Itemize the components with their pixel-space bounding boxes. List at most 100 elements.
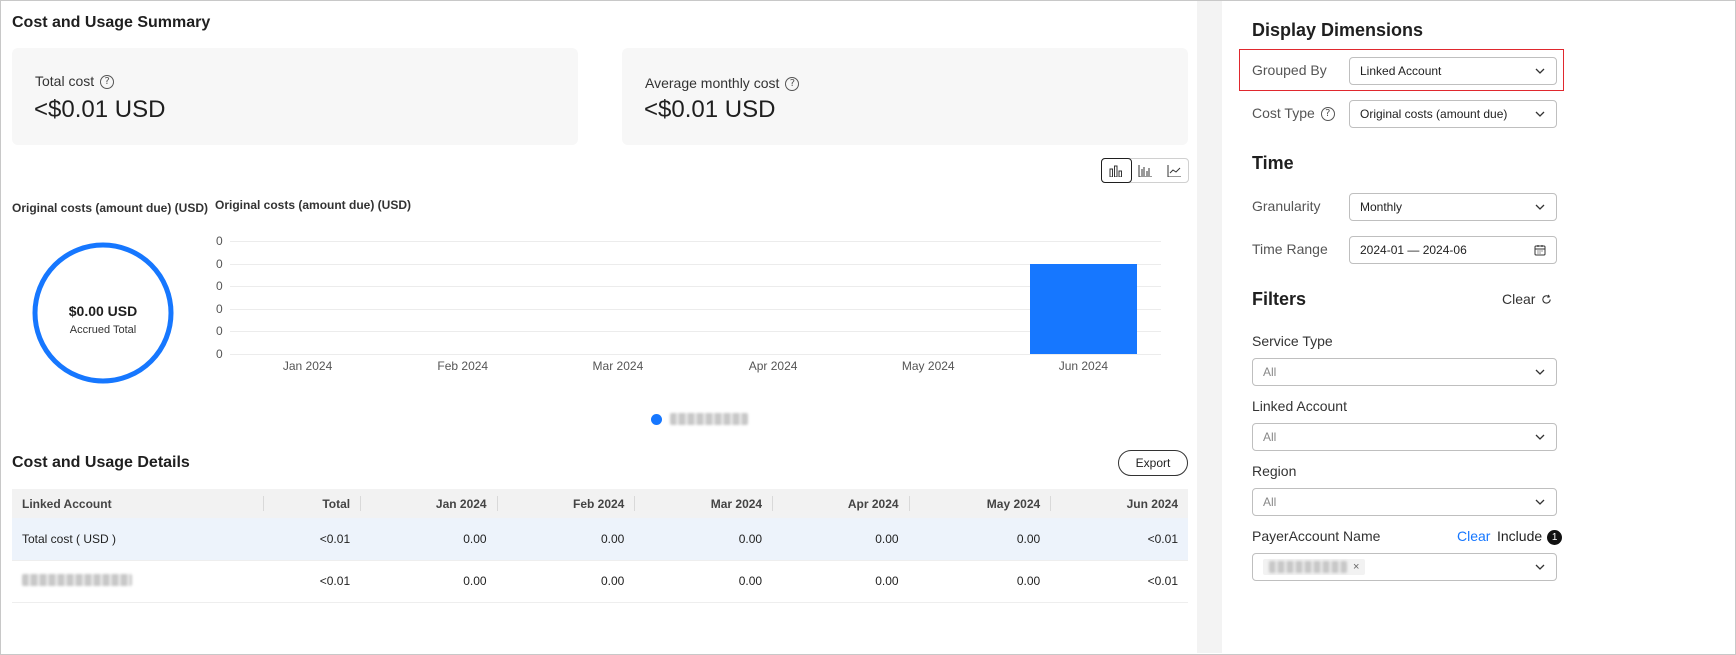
col-may[interactable]: May 2024 [908, 489, 1051, 518]
filters-title: Filters [1252, 289, 1307, 309]
filters-clear-button[interactable]: Clear [1502, 291, 1552, 307]
col-jan[interactable]: Jan 2024 [360, 489, 497, 518]
y-tick-label: 0 [216, 256, 223, 271]
col-total[interactable]: Total [262, 489, 361, 518]
avg-cost-card: Average monthly cost? <$0.01 USD [622, 48, 1188, 145]
time-range-label: Time Range [1252, 241, 1328, 257]
chevron-down-icon [1535, 499, 1545, 505]
table-header-row: Linked Account Total Jan 2024 Feb 2024 M… [12, 489, 1188, 518]
chart-legend[interactable] [651, 413, 748, 425]
line-chart-icon[interactable] [1159, 159, 1188, 182]
sidebar: Display Dimensions Grouped By Linked Acc… [1222, 1, 1567, 653]
total-cost-value: <$0.01 USD [34, 96, 166, 123]
col-feb[interactable]: Feb 2024 [496, 489, 635, 518]
y-tick-label: 0 [216, 347, 223, 361]
bar[interactable] [1029, 263, 1137, 354]
chevron-down-icon [1535, 434, 1545, 440]
granularity-select[interactable]: Monthly [1349, 193, 1557, 221]
help-icon[interactable]: ? [1320, 107, 1335, 122]
table-row: <0.01 0.00 0.00 0.00 0.00 0.00 <0.01 [12, 560, 1188, 603]
cell-account: Total cost ( USD ) [12, 518, 263, 561]
chevron-down-icon [1535, 369, 1545, 375]
col-linked-account[interactable]: Linked Account [12, 489, 263, 518]
summary-title: Cost and Usage Summary [12, 14, 211, 31]
total-cost-label: Total cost? [35, 73, 115, 90]
cell-apr: 0.00 [772, 560, 909, 603]
x-tick-label: Apr 2024 [748, 359, 798, 373]
payer-include[interactable]: Include 1 [1497, 528, 1563, 545]
cell-feb: 0.00 [496, 560, 635, 603]
cell-jun: <0.01 [1050, 518, 1188, 561]
donut-caption: Accrued Total [69, 324, 137, 336]
service-type-select[interactable]: All [1252, 358, 1557, 386]
legend-dot [651, 413, 662, 425]
service-type-value: All [1263, 365, 1277, 379]
chart-type-toggle [1101, 158, 1189, 183]
account-name-redacted [22, 573, 132, 586]
gridline [230, 331, 1161, 333]
gridline [230, 286, 1161, 288]
avg-cost-value: <$0.01 USD [644, 96, 776, 123]
payer-tag-redacted [1269, 561, 1347, 573]
payer-include-label: Include [1497, 528, 1543, 544]
col-jun[interactable]: Jun 2024 [1050, 489, 1188, 518]
x-tick-label: Mar 2024 [592, 359, 644, 373]
close-icon[interactable]: × [1353, 561, 1359, 573]
donut-title: Original costs (amount due) (USD) [12, 201, 209, 215]
table-row: Total cost ( USD ) <0.01 0.00 0.00 0.00 … [12, 518, 1188, 561]
x-tick-label: May 2024 [901, 359, 955, 373]
legend-label-redacted [670, 413, 748, 425]
cost-type-label: Cost Type? [1252, 105, 1335, 122]
cell-total: <0.01 [262, 560, 361, 603]
time-range-value: 2024-01 — 2024-06 [1360, 243, 1467, 257]
cell-jan: 0.00 [360, 560, 497, 603]
details-title: Cost and Usage Details [12, 454, 190, 471]
time-range-picker[interactable]: 2024-01 — 2024-06 [1349, 236, 1557, 264]
cost-type-select[interactable]: Original costs (amount due) [1349, 100, 1557, 128]
region-select[interactable]: All [1252, 488, 1557, 516]
granularity-label: Granularity [1252, 198, 1321, 214]
export-button[interactable]: Export [1118, 450, 1188, 476]
help-icon[interactable]: ? [100, 75, 115, 90]
avg-cost-label: Average monthly cost? [645, 75, 800, 92]
grouped-bar-icon[interactable] [1131, 159, 1160, 182]
grouped-by-select[interactable]: Linked Account [1349, 57, 1557, 85]
cost-type-value: Original costs (amount due) [1360, 107, 1508, 121]
cell-jan: 0.00 [360, 518, 497, 561]
payer-tag[interactable]: × [1263, 559, 1366, 575]
chevron-down-icon [1535, 564, 1545, 570]
col-mar[interactable]: Mar 2024 [634, 489, 773, 518]
refresh-icon [1542, 294, 1552, 304]
payer-clear-link[interactable]: Clear [1457, 528, 1490, 544]
time-title: Time [1252, 153, 1294, 173]
calendar-icon [1534, 245, 1546, 256]
linked-account-select[interactable]: All [1252, 423, 1557, 451]
chevron-down-icon [1535, 204, 1545, 210]
linked-account-value: All [1263, 430, 1277, 444]
grouped-by-label: Grouped By [1252, 62, 1327, 78]
y-tick-label: 0 [216, 301, 223, 316]
payer-count-badge: 1 [1547, 529, 1563, 545]
panel-divider [1197, 1, 1222, 653]
donut-value: $0.00 USD [68, 303, 138, 319]
region-label: Region [1252, 463, 1297, 479]
bar-chart-title: Original costs (amount due) (USD) [215, 198, 412, 212]
cell-may: 0.00 [908, 518, 1051, 561]
cell-apr: 0.00 [772, 518, 909, 561]
total-cost-label-text: Total cost [35, 73, 95, 89]
x-tick-label: Jan 2024 [282, 359, 333, 373]
cost-type-label-text: Cost Type [1252, 105, 1315, 121]
y-tick-label: 0 [216, 234, 223, 248]
chevron-down-icon [1535, 68, 1545, 74]
y-tick-label: 0 [216, 324, 223, 339]
gridline [230, 263, 1161, 265]
linked-account-label: Linked Account [1252, 398, 1347, 414]
help-icon[interactable]: ? [785, 77, 800, 92]
payer-account-select[interactable]: × [1252, 553, 1557, 581]
col-apr[interactable]: Apr 2024 [772, 489, 909, 518]
cell-mar: 0.00 [634, 560, 773, 603]
x-tick-label: Jun 2024 [1058, 359, 1109, 373]
cell-total: <0.01 [262, 518, 361, 561]
stacked-bar-icon[interactable] [1101, 158, 1132, 183]
region-value: All [1263, 495, 1277, 509]
